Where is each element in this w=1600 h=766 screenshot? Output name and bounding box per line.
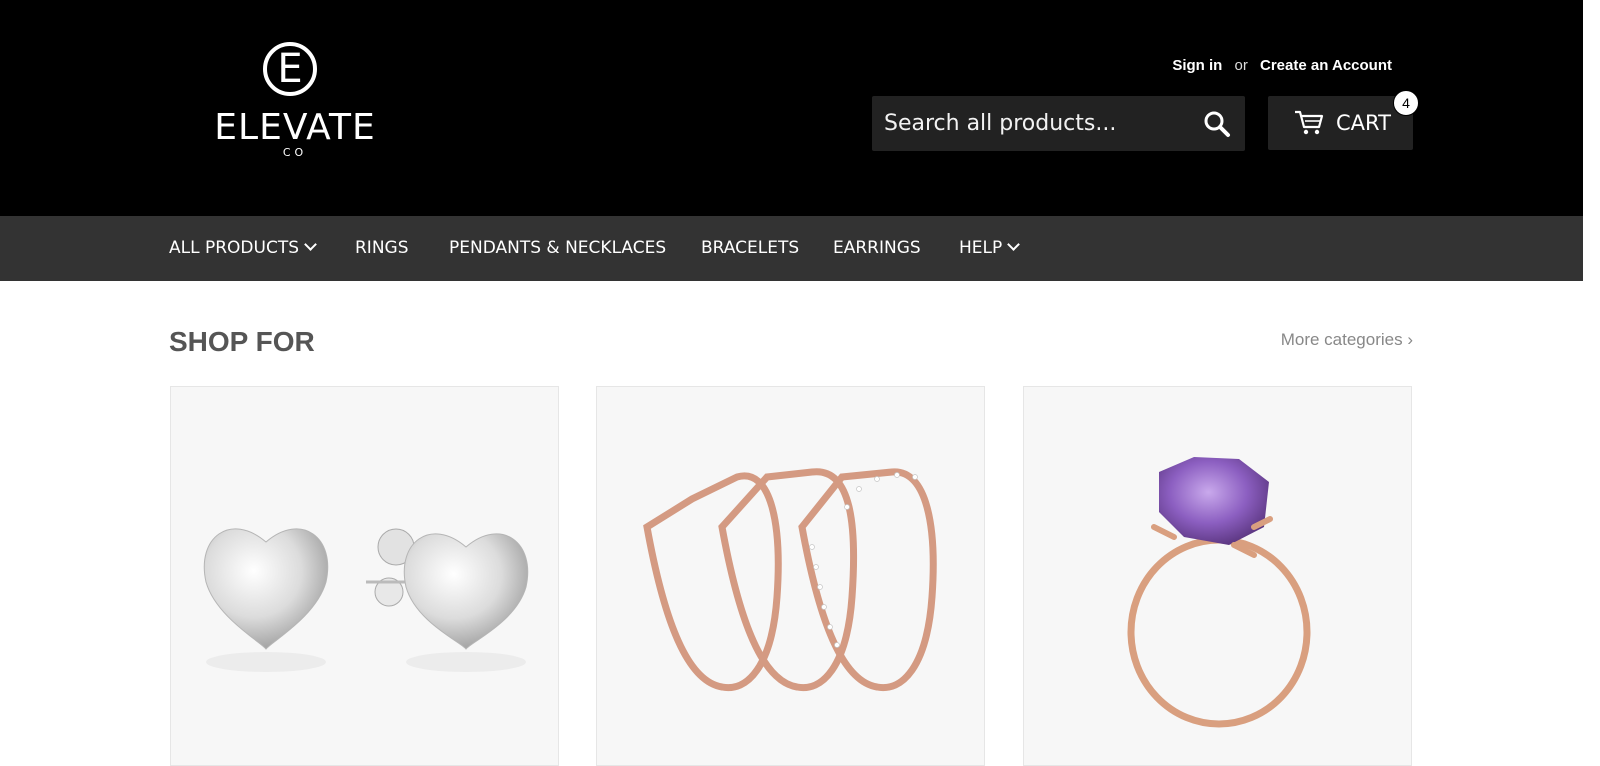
site-logo[interactable]: E ELEVATE CO xyxy=(205,40,385,165)
nav-item-label: EARRINGS xyxy=(833,238,921,258)
cart-button[interactable]: CART xyxy=(1268,96,1413,150)
category-card-earrings[interactable] xyxy=(170,386,559,766)
create-account-link[interactable]: Create an Account xyxy=(1260,57,1392,74)
search-icon xyxy=(1204,111,1230,137)
cart-label: CART xyxy=(1336,111,1391,135)
logo-emblem: E xyxy=(263,42,317,96)
site-header: E ELEVATE CO Sign in or Create an Accoun… xyxy=(0,0,1583,216)
silver-heart-earrings-image xyxy=(203,528,529,672)
nav-item-pendants-necklaces[interactable]: PENDANTS & NECKLACES xyxy=(449,216,666,281)
nav-item-label: BRACELETS xyxy=(701,238,800,258)
search-input[interactable] xyxy=(872,96,1182,151)
account-separator: or xyxy=(1234,57,1248,74)
search-button[interactable] xyxy=(1203,110,1231,138)
cart-icon xyxy=(1295,110,1324,135)
rose-gold-stacked-rings-image xyxy=(643,468,937,692)
chevron-down-icon xyxy=(304,238,317,251)
nav-item-label: ALL PRODUCTS xyxy=(169,238,299,258)
search-form xyxy=(872,96,1245,151)
amethyst-ring-image xyxy=(1127,457,1311,728)
nav-item-rings[interactable]: RINGS xyxy=(355,216,409,281)
nav-item-all-products[interactable]: ALL PRODUCTS xyxy=(169,216,317,281)
nav-item-label: PENDANTS & NECKLACES xyxy=(449,238,667,258)
account-links: Sign in or Create an Account xyxy=(1172,57,1392,74)
more-categories-link[interactable]: More categories › xyxy=(1281,330,1413,350)
category-card-rings[interactable] xyxy=(596,386,985,766)
sign-in-link[interactable]: Sign in xyxy=(1172,57,1222,74)
chevron-down-icon xyxy=(1007,238,1021,251)
nav-item-bracelets[interactable]: BRACELETS xyxy=(701,216,799,281)
nav-item-help[interactable]: HELP xyxy=(959,216,1021,281)
main-nav: ALL PRODUCTS RINGS PENDANTS & NECKLACES … xyxy=(0,216,1583,281)
logo-wordmark: ELEVATE xyxy=(214,107,376,148)
nav-item-label: HELP xyxy=(959,238,1003,258)
section-title: SHOP FOR xyxy=(169,326,315,357)
category-card-gemstone-ring[interactable] xyxy=(1023,386,1412,766)
logo-subtext: CO xyxy=(282,146,308,159)
nav-item-earrings[interactable]: EARRINGS xyxy=(833,216,921,281)
nav-item-label: RINGS xyxy=(355,238,409,258)
cart-count-badge: 4 xyxy=(1393,90,1419,116)
